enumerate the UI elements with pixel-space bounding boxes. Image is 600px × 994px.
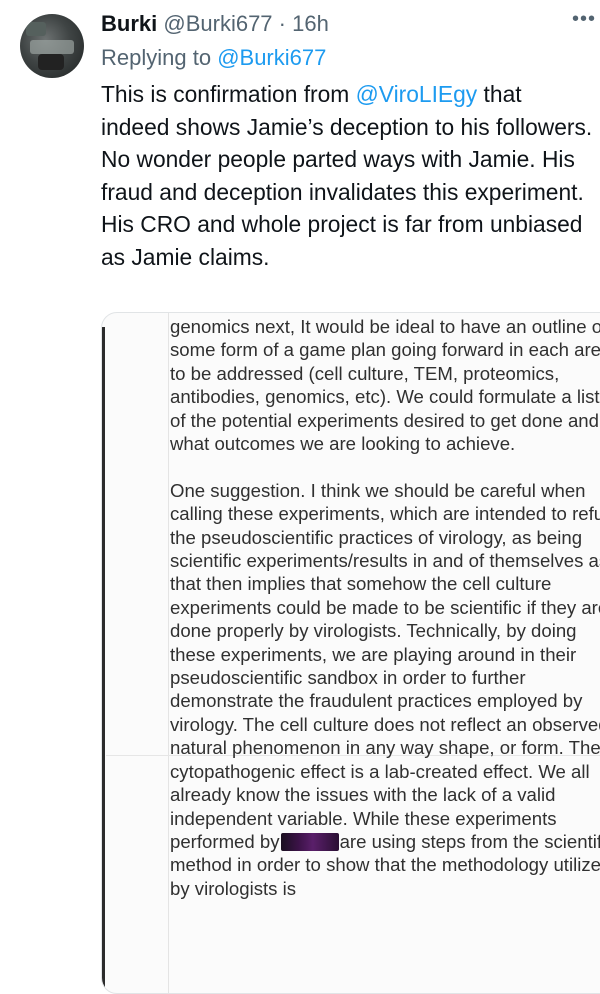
- attached-image[interactable]: genomics next, It would be ideal to have…: [101, 312, 600, 994]
- avatar-detail: [38, 54, 64, 70]
- post-header: Burki @Burki677 · 16h: [101, 8, 329, 40]
- document-text: One suggestion. I think we should be car…: [170, 479, 600, 852]
- replying-to: Replying to @Burki677: [101, 42, 326, 74]
- author-avatar[interactable]: [20, 14, 84, 78]
- document-paragraph: genomics next, It would be ideal to have…: [170, 316, 600, 455]
- screenshot-document-text: genomics next, It would be ideal to have…: [170, 315, 600, 900]
- redaction-mark: [280, 832, 339, 851]
- image-left-border: [102, 327, 105, 993]
- post-text-part: This is confirmation from: [101, 81, 356, 107]
- replying-to-handle[interactable]: @Burki677: [217, 45, 326, 70]
- separator-dot: ·: [278, 11, 286, 36]
- post-text-part: that indeed shows Jamie’s deception to h…: [101, 81, 593, 270]
- avatar-detail: [30, 40, 74, 54]
- avatar-detail: [26, 22, 46, 36]
- post-text: This is confirmation from @ViroLIEgy tha…: [101, 78, 593, 273]
- post-timestamp[interactable]: 16h: [292, 11, 329, 36]
- document-paragraph: One suggestion. I think we should be car…: [170, 479, 600, 900]
- mention-link[interactable]: @ViroLIEgy: [356, 81, 478, 107]
- more-options-icon[interactable]: •••: [568, 6, 600, 38]
- image-margin-line: [168, 313, 169, 993]
- author-handle[interactable]: @Burki677: [163, 11, 272, 36]
- replying-to-label: Replying to: [101, 45, 218, 70]
- author-name[interactable]: Burki: [101, 11, 157, 36]
